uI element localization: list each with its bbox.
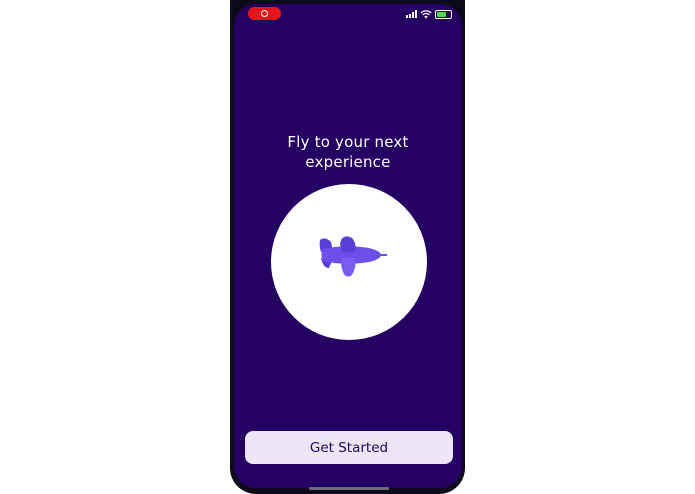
page-title: Fly to your next experience (234, 132, 462, 172)
home-indicator[interactable] (309, 487, 389, 490)
battery-icon (435, 9, 452, 19)
title-line-1: Fly to your next (287, 133, 409, 151)
onboarding-screen: Fly to your next experience Get Started (234, 4, 462, 488)
cellular-signal-icon (406, 10, 417, 18)
get-started-button[interactable]: Get Started (245, 431, 453, 464)
title-line-2: experience (305, 153, 391, 171)
airplane-icon (319, 236, 387, 277)
screen-record-icon[interactable] (248, 7, 281, 20)
device-stage: Fly to your next experience Get Started (0, 0, 695, 494)
status-bar (234, 4, 462, 24)
illustration-circle (271, 184, 427, 340)
wifi-icon (420, 9, 432, 19)
status-icons (406, 9, 452, 19)
